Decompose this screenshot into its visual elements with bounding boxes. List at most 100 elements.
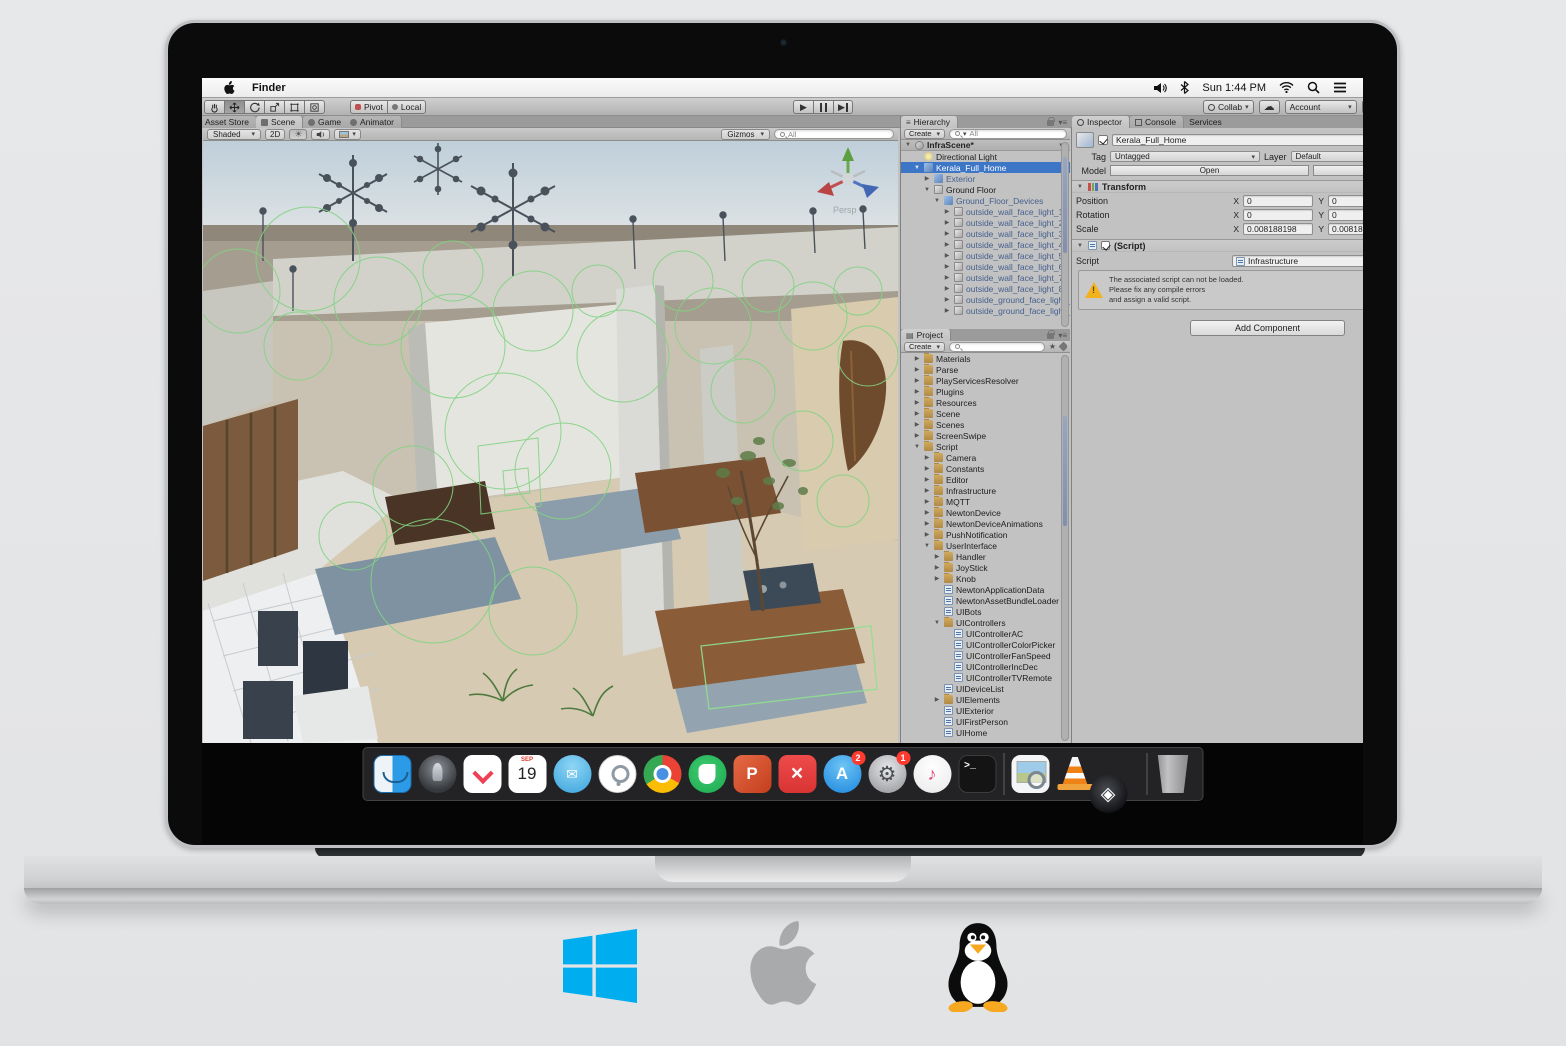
project-item-uibots[interactable]: UIBots <box>901 606 1070 617</box>
lock-icon[interactable] <box>1047 120 1054 126</box>
pivot-toggle-button[interactable]: Pivot <box>350 100 387 114</box>
model-select-button[interactable]: Select <box>1313 165 1363 176</box>
foldout-closed-icon[interactable]: ▶ <box>943 285 951 292</box>
foldout-closed-icon[interactable]: ▶ <box>933 696 941 703</box>
scene-effects-button[interactable]: ▾ <box>334 129 361 140</box>
hand-tool-button[interactable] <box>204 100 224 114</box>
scene-viewport[interactable]: Persp <box>203 141 898 743</box>
project-item-scenes[interactable]: ▶Scenes <box>901 419 1070 430</box>
tab-inspector[interactable]: Inspector <box>1072 116 1130 128</box>
chrome-icon[interactable] <box>643 755 681 793</box>
circle-app-icon[interactable] <box>598 755 636 793</box>
rotate-tool-button[interactable] <box>244 100 264 114</box>
project-item-uicontrollers[interactable]: ▼UIControllers <box>901 617 1070 628</box>
2d-toggle-button[interactable]: 2D <box>265 129 285 140</box>
foldout-open-icon[interactable]: ▼ <box>923 543 931 549</box>
hierarchy-item-outside-wall-face-light-3[interactable]: ▶outside_wall_face_light_3 <box>901 228 1070 239</box>
foldout-closed-icon[interactable]: ▶ <box>943 307 951 314</box>
menubar-clock[interactable]: Sun 1:44 PM <box>1202 82 1266 94</box>
object-name-field[interactable]: Kerala_Full_Home <box>1112 134 1363 146</box>
hierarchy-item-outside-wall-face-light-5[interactable]: ▶outside_wall_face_light_5 <box>901 250 1070 261</box>
transform-component-header[interactable]: ▼ Transform <box>1072 180 1363 193</box>
project-item-infrastructure[interactable]: ▶Infrastructure <box>901 485 1070 496</box>
hierarchy-create-button[interactable]: Create▾ <box>904 129 945 139</box>
active-checkbox[interactable] <box>1098 135 1108 145</box>
tab-console[interactable]: Console <box>1130 116 1184 128</box>
project-search-field[interactable] <box>949 342 1045 352</box>
airmail-icon[interactable]: ✉ <box>553 755 591 793</box>
foldout-open-icon[interactable]: ▼ <box>904 142 912 148</box>
tab-asset-store[interactable]: Asset Store <box>202 116 257 128</box>
collab-button[interactable]: Collab▾ <box>1203 100 1254 114</box>
hierarchy-search-field[interactable]: ▾All <box>949 129 1067 139</box>
project-item-playservicesresolver[interactable]: ▶PlayServicesResolver <box>901 375 1070 386</box>
foldout-closed-icon[interactable]: ▶ <box>943 296 951 303</box>
foldout-closed-icon[interactable]: ▶ <box>943 252 951 259</box>
foldout-closed-icon[interactable]: ▶ <box>913 366 921 373</box>
project-item-pushnotification[interactable]: ▶PushNotification <box>901 529 1070 540</box>
app-store-icon[interactable]: A2 <box>823 755 861 793</box>
script-object-field[interactable]: Infrastructure <box>1232 255 1363 267</box>
rotation-x-field[interactable]: 0 <box>1243 209 1313 221</box>
foldout-closed-icon[interactable]: ▶ <box>943 241 951 248</box>
volume-icon[interactable] <box>1153 82 1167 94</box>
hierarchy-item-outside-wall-face-light-8[interactable]: ▶outside_wall_face_light_8 <box>901 283 1070 294</box>
hierarchy-item-ground-floor-devices[interactable]: ▼Ground_Floor_Devices <box>901 195 1070 206</box>
foldout-closed-icon[interactable]: ▶ <box>923 531 931 538</box>
hierarchy-item-kerala-full-home[interactable]: ▼Kerala_Full_Home <box>901 162 1070 173</box>
trash-icon[interactable] <box>1154 755 1192 793</box>
move-tool-button[interactable] <box>224 100 244 114</box>
model-thumbnail-icon[interactable] <box>1076 132 1094 148</box>
apple-menu-icon[interactable] <box>224 81 236 95</box>
project-item-plugins[interactable]: ▶Plugins <box>901 386 1070 397</box>
hierarchy-item-outside-wall-face-light-7[interactable]: ▶outside_wall_face_light_7 <box>901 272 1070 283</box>
terminal-icon[interactable]: >_ <box>958 755 996 793</box>
project-item-knob[interactable]: ▶Knob <box>901 573 1070 584</box>
foldout-open-icon[interactable]: ▼ <box>1076 184 1084 190</box>
project-item-handler[interactable]: ▶Handler <box>901 551 1070 562</box>
project-item-uicontrollerac[interactable]: UIControllerAC <box>901 628 1070 639</box>
project-item-uihome[interactable]: UIHome <box>901 727 1070 738</box>
evernote-icon[interactable] <box>688 755 726 793</box>
foldout-closed-icon[interactable]: ▶ <box>933 575 941 582</box>
project-item-newtondevice[interactable]: ▶NewtonDevice <box>901 507 1070 518</box>
foldout-open-icon[interactable]: ▼ <box>1076 243 1084 249</box>
hierarchy-item-outside-wall-face-light-4[interactable]: ▶outside_wall_face_light_4 <box>901 239 1070 250</box>
step-button[interactable]: ▶ <box>833 100 853 114</box>
tab-scene[interactable]: Scene <box>256 116 303 128</box>
foldout-closed-icon[interactable]: ▶ <box>933 564 941 571</box>
foldout-closed-icon[interactable]: ▶ <box>913 410 921 417</box>
xmind-icon[interactable]: × <box>778 755 816 793</box>
itunes-icon[interactable]: ♪ <box>913 755 951 793</box>
play-button[interactable]: ▶ <box>793 100 813 114</box>
foldout-closed-icon[interactable]: ▶ <box>923 454 931 461</box>
lock-icon[interactable] <box>1047 333 1054 339</box>
project-item-editor[interactable]: ▶Editor <box>901 474 1070 485</box>
foldout-closed-icon[interactable]: ▶ <box>923 509 931 516</box>
project-item-parse[interactable]: ▶Parse <box>901 364 1070 375</box>
hierarchy-scrollbar[interactable] <box>1061 142 1069 327</box>
launchpad-icon[interactable] <box>418 755 456 793</box>
hierarchy-item-outside-wall-face-light-2[interactable]: ▶outside_wall_face_light_2 <box>901 217 1070 228</box>
tab-services[interactable]: Services <box>1184 116 1229 128</box>
unity-icon[interactable]: ◈ <box>1089 775 1127 813</box>
model-open-button[interactable]: Open <box>1110 165 1309 176</box>
notification-center-icon[interactable] <box>1333 82 1347 93</box>
foldout-closed-icon[interactable]: ▶ <box>913 399 921 406</box>
foldout-open-icon[interactable]: ▼ <box>913 444 921 450</box>
project-item-uielements[interactable]: ▶UIElements <box>901 694 1070 705</box>
foldout-closed-icon[interactable]: ▶ <box>943 230 951 237</box>
project-item-newtonapplicationdata[interactable]: NewtonApplicationData <box>901 584 1070 595</box>
local-toggle-button[interactable]: Local <box>387 100 426 114</box>
foldout-open-icon[interactable]: ▼ <box>933 620 941 626</box>
project-item-mqtt[interactable]: ▶MQTT <box>901 496 1070 507</box>
cloud-button[interactable]: ☁ <box>1259 100 1280 114</box>
project-item-uicontrollerfanspeed[interactable]: UIControllerFanSpeed <box>901 650 1070 661</box>
hierarchy-item-exterior[interactable]: ▶Exterior <box>901 173 1070 184</box>
panel-menu-icon[interactable]: ▾≡ <box>1058 331 1067 340</box>
foldout-closed-icon[interactable]: ▶ <box>923 476 931 483</box>
position-x-field[interactable]: 0 <box>1243 195 1313 207</box>
add-component-button[interactable]: Add Component <box>1190 320 1345 336</box>
tag-dropdown[interactable]: Untagged▾ <box>1110 151 1260 162</box>
wifi-icon[interactable] <box>1279 82 1294 93</box>
